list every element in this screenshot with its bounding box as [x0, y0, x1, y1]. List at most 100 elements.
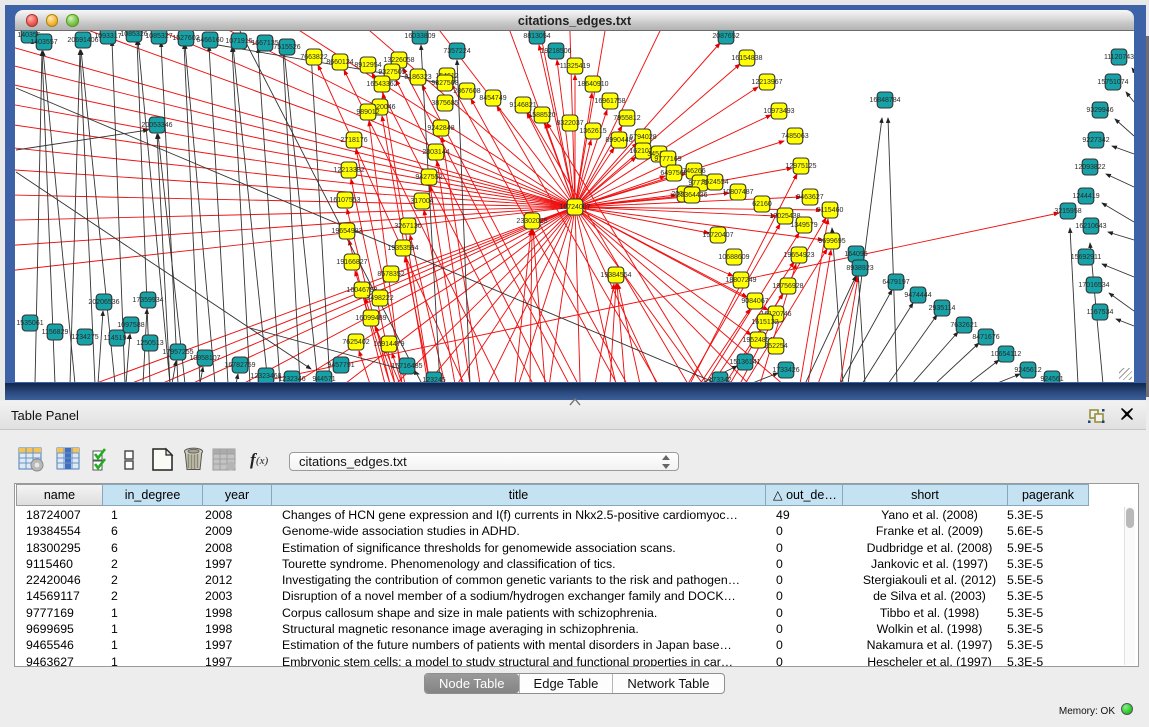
svg-text:3498222: 3498222 — [366, 295, 393, 302]
svg-text:1232346: 1232346 — [278, 376, 305, 382]
svg-text:8471676: 8471676 — [972, 334, 999, 341]
svg-text:1093317: 1093317 — [94, 33, 121, 40]
svg-text:16782759: 16782759 — [224, 362, 255, 369]
svg-text:9242848: 9242848 — [427, 125, 454, 132]
svg-text:11325419: 11325419 — [560, 63, 591, 70]
svg-text:7955812: 7955812 — [613, 115, 640, 122]
svg-text:20364436: 20364436 — [676, 192, 707, 199]
svg-text:8578352: 8578352 — [377, 271, 404, 278]
svg-text:12213382: 12213382 — [333, 167, 364, 174]
svg-text:9146821: 9146821 — [509, 102, 536, 109]
svg-text:19654923: 19654923 — [783, 252, 814, 259]
svg-text:62160: 62160 — [752, 201, 772, 208]
svg-text:123245: 123245 — [422, 377, 445, 382]
svg-text:1250513: 1250513 — [136, 340, 163, 347]
svg-text:15692911: 15692911 — [1071, 254, 1102, 261]
svg-text:16210643: 16210643 — [1075, 223, 1106, 230]
svg-text:15751074: 15751074 — [1097, 79, 1128, 86]
svg-text:1588520: 1588520 — [528, 112, 555, 119]
svg-text:9327508: 9327508 — [431, 80, 458, 87]
svg-text:9245612: 9245612 — [1014, 367, 1041, 374]
svg-text:19654983: 19654983 — [331, 228, 362, 235]
svg-text:1085326: 1085326 — [120, 31, 147, 38]
svg-text:2935114: 2935114 — [929, 305, 956, 312]
svg-text:944571: 944571 — [312, 376, 335, 382]
svg-text:18724007: 18724007 — [559, 204, 590, 211]
svg-text:19218506: 19218506 — [540, 48, 571, 55]
svg-text:9463627: 9463627 — [796, 194, 823, 201]
svg-text:12323468: 12323468 — [250, 373, 281, 380]
svg-text:8938923: 8938923 — [846, 265, 873, 272]
svg-text:9474444: 9474444 — [904, 292, 931, 299]
svg-text:9327505: 9327505 — [378, 69, 405, 76]
svg-text:1071915: 1071915 — [225, 38, 252, 45]
svg-text:1145194: 1145194 — [104, 335, 131, 342]
svg-text:20053346: 20053346 — [141, 122, 172, 129]
svg-text:16107553: 16107553 — [329, 197, 360, 204]
svg-text:16914479: 16914479 — [373, 341, 404, 348]
svg-text:15720407: 15720407 — [702, 232, 733, 239]
svg-text:10958107: 10958107 — [189, 355, 220, 362]
svg-text:9427552: 9427552 — [415, 174, 442, 181]
svg-text:18807249: 18807249 — [725, 277, 756, 284]
svg-text:16154838: 16154838 — [731, 55, 762, 62]
svg-text:12093822: 12093822 — [1074, 164, 1105, 171]
svg-text:1733426: 1733426 — [772, 367, 799, 374]
svg-text:1615132: 1615132 — [751, 319, 778, 326]
svg-text:17359934: 17359934 — [132, 297, 163, 304]
svg-text:19166827: 19166827 — [336, 259, 367, 266]
svg-text:1403557: 1403557 — [30, 39, 57, 46]
svg-text:3875685: 3875685 — [431, 100, 458, 107]
svg-text:16961758: 16961758 — [594, 98, 625, 105]
svg-text:6479197: 6479197 — [882, 279, 909, 286]
svg-text:2803144: 2803144 — [422, 149, 449, 156]
svg-text:10807487: 10807487 — [722, 189, 753, 196]
svg-text:1156829: 1156829 — [42, 329, 69, 336]
svg-text:20206536: 20206536 — [88, 299, 119, 306]
svg-text:924561: 924561 — [1040, 376, 1063, 382]
svg-text:164095: 164095 — [844, 251, 867, 258]
svg-text:8186323: 8186323 — [404, 74, 431, 81]
svg-text:3215958: 3215958 — [1054, 208, 1081, 215]
svg-text:(x): (x) — [256, 455, 269, 467]
svg-text:10688609: 10688609 — [718, 254, 749, 261]
svg-text:1349579: 1349579 — [790, 222, 817, 229]
svg-text:8660124: 8660124 — [326, 59, 353, 66]
svg-text:9329946: 9329946 — [1086, 107, 1113, 114]
svg-text:1167534: 1167534 — [1087, 309, 1114, 316]
svg-text:317004: 317004 — [410, 198, 433, 205]
svg-text:8454749: 8454749 — [479, 95, 506, 102]
svg-text:8813054: 8813054 — [523, 33, 550, 40]
svg-text:7515526: 7515526 — [273, 44, 300, 51]
svg-text:746266: 746266 — [682, 168, 705, 175]
svg-text:7663822: 7663822 — [300, 54, 327, 61]
svg-text:9457791: 9457791 — [327, 362, 354, 369]
svg-text:1097588: 1097588 — [117, 322, 144, 329]
svg-text:2867608: 2867608 — [453, 88, 480, 95]
svg-text:17016534: 17016534 — [1078, 282, 1109, 289]
svg-text:15716485: 15716485 — [391, 363, 422, 370]
svg-text:9699695: 9699695 — [818, 238, 845, 245]
svg-text:12213967: 12213967 — [751, 79, 782, 86]
svg-text:1362615: 1362615 — [579, 128, 606, 135]
svg-text:173342: 173342 — [708, 377, 731, 382]
svg-text:2087652: 2087652 — [712, 33, 739, 40]
svg-text:11120743: 11120743 — [1104, 54, 1134, 61]
svg-text:12975125: 12975125 — [785, 163, 816, 170]
svg-text:9227342: 9227342 — [1082, 137, 1109, 144]
svg-text:10973493: 10973493 — [763, 108, 794, 115]
svg-text:23302025: 23302025 — [516, 218, 547, 225]
svg-text:1535061: 1535061 — [16, 320, 43, 327]
svg-text:252254: 252254 — [764, 343, 787, 350]
svg-text:7485063: 7485063 — [781, 133, 808, 140]
svg-text:16099489: 16099489 — [355, 315, 386, 322]
svg-text:19384554: 19384554 — [600, 272, 631, 279]
svg-text:1244419: 1244419 — [1072, 193, 1099, 200]
svg-text:18640910: 18640910 — [577, 81, 608, 88]
svg-text:13226058: 13226058 — [383, 57, 414, 64]
svg-text:16848784: 16848784 — [869, 97, 900, 104]
svg-text:1085327: 1085327 — [145, 33, 172, 40]
svg-text:10654112: 10654112 — [991, 351, 1022, 358]
svg-text:9777169: 9777169 — [654, 156, 681, 163]
svg-text:19756928: 19756928 — [772, 283, 803, 290]
